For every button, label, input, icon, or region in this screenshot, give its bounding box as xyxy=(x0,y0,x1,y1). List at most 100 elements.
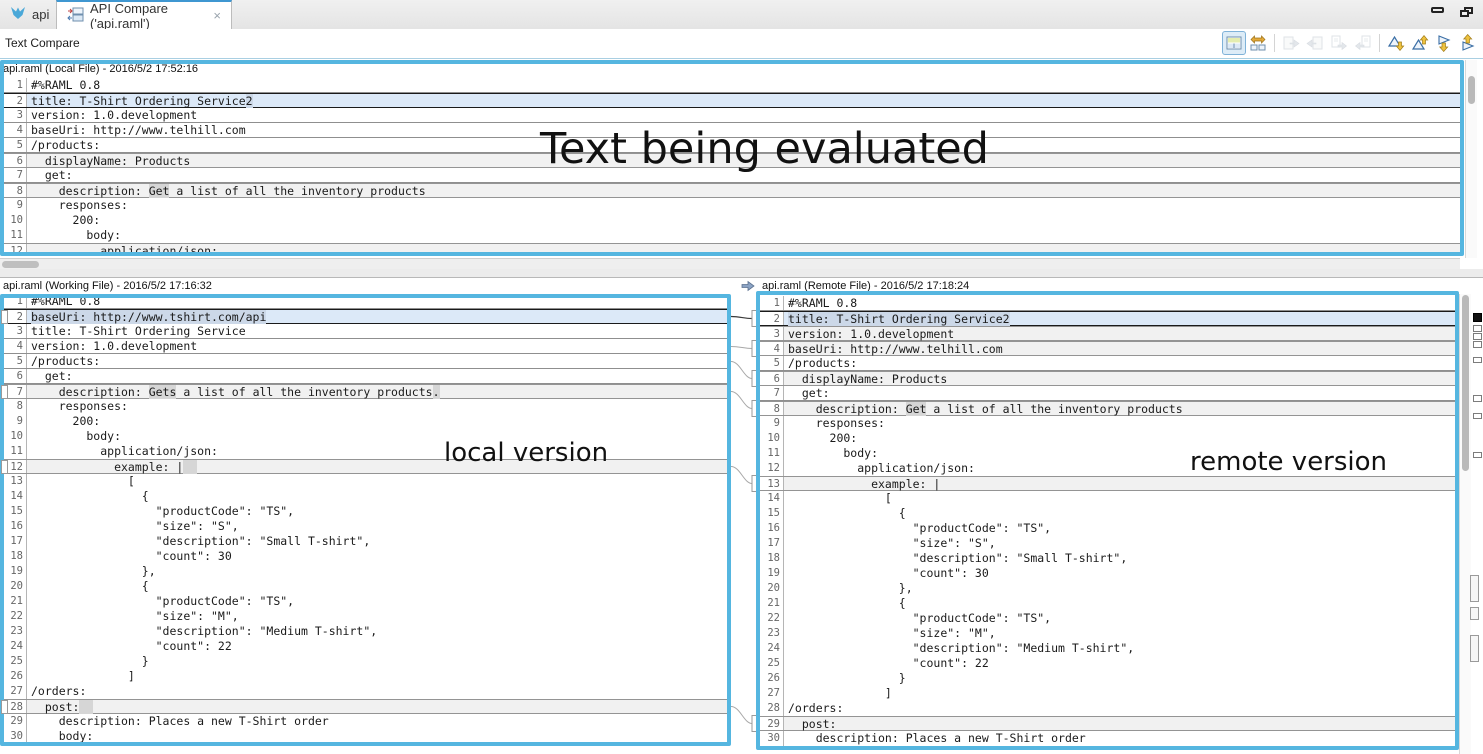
code-line[interactable]: 20 { xyxy=(0,579,731,594)
restore-icon[interactable] xyxy=(1460,7,1473,18)
code-line[interactable]: 28/orders: xyxy=(757,701,1459,716)
code-line[interactable]: 6 displayName: Products xyxy=(0,153,1460,168)
code-line[interactable]: 7 description: Gets a list of all the in… xyxy=(0,384,731,399)
left-pane-editor[interactable]: 1#%RAML 0.82baseUri: http://www.tshirt.c… xyxy=(0,294,731,746)
code-line[interactable]: 13 example: | xyxy=(757,476,1459,491)
code-line[interactable]: 27 ] xyxy=(757,686,1459,701)
previous-difference-button[interactable] xyxy=(1408,31,1432,55)
code-line[interactable]: 25 } xyxy=(0,654,731,669)
code-line[interactable]: 12 example: | xyxy=(0,459,731,474)
code-line[interactable]: 4baseUri: http://www.telhill.com xyxy=(0,123,1460,138)
toggle-ancestor-pane-button[interactable] xyxy=(1222,31,1246,55)
code-line[interactable]: 4baseUri: http://www.telhill.com xyxy=(757,341,1459,356)
code-line[interactable]: 2title: T-Shirt Ordering Service2 xyxy=(757,311,1459,326)
code-line[interactable]: 17 "size": "S", xyxy=(757,536,1459,551)
code-line[interactable]: 14 { xyxy=(0,489,731,504)
code-line[interactable]: 7 get: xyxy=(757,386,1459,401)
top-pane-vertical-scrollbar[interactable] xyxy=(1465,60,1477,258)
code-line[interactable]: 8 responses: xyxy=(0,399,731,414)
code-line[interactable]: 17 "description": "Small T-shirt", xyxy=(0,534,731,549)
code-line[interactable]: 27/orders: xyxy=(0,684,731,699)
right-pane-editor[interactable]: 1#%RAML 0.82title: T-Shirt Ordering Serv… xyxy=(757,296,1459,750)
code-line[interactable]: 12 application/json: xyxy=(757,461,1459,476)
code-line[interactable]: 16 "size": "S", xyxy=(0,519,731,534)
code-line[interactable]: 28 post: xyxy=(0,699,731,714)
code-line[interactable]: 26 } xyxy=(757,671,1459,686)
code-line[interactable]: 9 responses: xyxy=(0,198,1460,213)
code-line[interactable]: 7 get: xyxy=(0,168,1460,183)
code-line[interactable]: 6 get: xyxy=(0,369,731,384)
code-line[interactable]: 9 200: xyxy=(0,414,731,429)
code-line[interactable]: 22 "productCode": "TS", xyxy=(757,611,1459,626)
code-line[interactable]: 22 "size": "M", xyxy=(0,609,731,624)
code-line[interactable]: 10 body: xyxy=(0,429,731,444)
code-line[interactable]: 4version: 1.0.development xyxy=(0,339,731,354)
code-line[interactable]: 11 body: xyxy=(0,228,1460,243)
diff-overview-ruler[interactable] xyxy=(1470,294,1483,754)
diff-marker[interactable] xyxy=(1473,325,1482,332)
diff-block-marker[interactable] xyxy=(1470,575,1479,602)
tab-api-compare[interactable]: API Compare ('api.raml') × xyxy=(56,0,232,29)
code-line[interactable]: 2baseUri: http://www.tshirt.com/api xyxy=(0,309,731,324)
code-line[interactable]: 18 "description": "Small T-shirt", xyxy=(757,551,1459,566)
next-difference-button[interactable] xyxy=(1384,31,1408,55)
code-line[interactable]: 3title: T-Shirt Ordering Service xyxy=(0,324,731,339)
code-line[interactable]: 30 body: xyxy=(0,729,731,744)
diff-block-marker[interactable] xyxy=(1470,635,1479,662)
diff-marker[interactable] xyxy=(1473,413,1482,419)
minimize-icon[interactable] xyxy=(1431,7,1444,13)
code-line[interactable]: 23 "size": "M", xyxy=(757,626,1459,641)
code-line[interactable]: 10 200: xyxy=(757,431,1459,446)
diff-marker[interactable] xyxy=(1473,452,1482,458)
code-line[interactable]: 19 }, xyxy=(0,564,731,579)
code-line[interactable]: 24 "count": 22 xyxy=(0,639,731,654)
code-line[interactable]: 3version: 1.0.development xyxy=(757,326,1459,341)
code-line[interactable]: 15 "productCode": "TS", xyxy=(0,504,731,519)
code-line[interactable]: 29 description: Places a new T-Shirt ord… xyxy=(0,714,731,729)
diff-marker[interactable] xyxy=(1473,357,1482,363)
code-line[interactable]: 9 responses: xyxy=(757,416,1459,431)
code-line[interactable]: 11 body: xyxy=(757,446,1459,461)
code-line[interactable]: 5/products: xyxy=(0,138,1460,153)
diff-marker[interactable] xyxy=(1473,333,1482,340)
code-line[interactable]: 1#%RAML 0.8 xyxy=(0,78,1460,93)
code-line[interactable]: 14 [ xyxy=(757,491,1459,506)
code-line[interactable]: 12 application/json: xyxy=(0,243,1460,254)
code-line[interactable]: 18 "count": 30 xyxy=(0,549,731,564)
diff-marker[interactable] xyxy=(1473,341,1482,348)
top-pane-editor[interactable]: 1#%RAML 0.82title: T-Shirt Ordering Serv… xyxy=(0,78,1460,254)
code-line[interactable]: 20 }, xyxy=(757,581,1459,596)
code-line[interactable]: 3version: 1.0.development xyxy=(0,108,1460,123)
code-line[interactable]: 21 { xyxy=(757,596,1459,611)
code-line[interactable]: 30 description: Places a new T-Shirt ord… xyxy=(757,731,1459,746)
diff-marker[interactable] xyxy=(1473,395,1482,402)
code-line[interactable]: 8 description: Get a list of all the inv… xyxy=(0,183,1460,198)
code-line[interactable]: 10 200: xyxy=(0,213,1460,228)
code-line[interactable]: 21 "productCode": "TS", xyxy=(0,594,731,609)
code-line[interactable]: 1#%RAML 0.8 xyxy=(757,296,1459,311)
code-line[interactable]: 24 "description": "Medium T-shirt", xyxy=(757,641,1459,656)
code-line[interactable]: 13 [ xyxy=(0,474,731,489)
code-line[interactable]: 2title: T-Shirt Ordering Service2 xyxy=(0,93,1460,108)
previous-change-button[interactable] xyxy=(1456,31,1480,55)
code-line[interactable]: 5/products: xyxy=(757,356,1459,371)
code-line[interactable]: 5/products: xyxy=(0,354,731,369)
diff-marker[interactable] xyxy=(1473,313,1482,322)
close-icon[interactable]: × xyxy=(213,8,221,23)
code-line[interactable]: 15 { xyxy=(757,506,1459,521)
code-line[interactable]: 23 "description": "Medium T-shirt", xyxy=(0,624,731,639)
code-line[interactable]: 11 application/json: xyxy=(0,444,731,459)
code-line[interactable]: 8 description: Get a list of all the inv… xyxy=(757,401,1459,416)
next-change-button[interactable] xyxy=(1432,31,1456,55)
pane-divider[interactable] xyxy=(0,269,1483,277)
code-line[interactable]: 26 ] xyxy=(0,669,731,684)
diff-block-marker[interactable] xyxy=(1470,607,1479,620)
code-line[interactable]: 19 "count": 30 xyxy=(757,566,1459,581)
code-line[interactable]: 25 "count": 22 xyxy=(757,656,1459,671)
tab-api[interactable]: api xyxy=(0,0,56,29)
code-line[interactable]: 29 post: xyxy=(757,716,1459,731)
code-line[interactable]: 16 "productCode": "TS", xyxy=(757,521,1459,536)
code-line[interactable]: 1#%RAML 0.8 xyxy=(0,294,731,309)
code-line[interactable]: 6 displayName: Products xyxy=(757,371,1459,386)
swap-left-right-button[interactable] xyxy=(1246,31,1270,55)
